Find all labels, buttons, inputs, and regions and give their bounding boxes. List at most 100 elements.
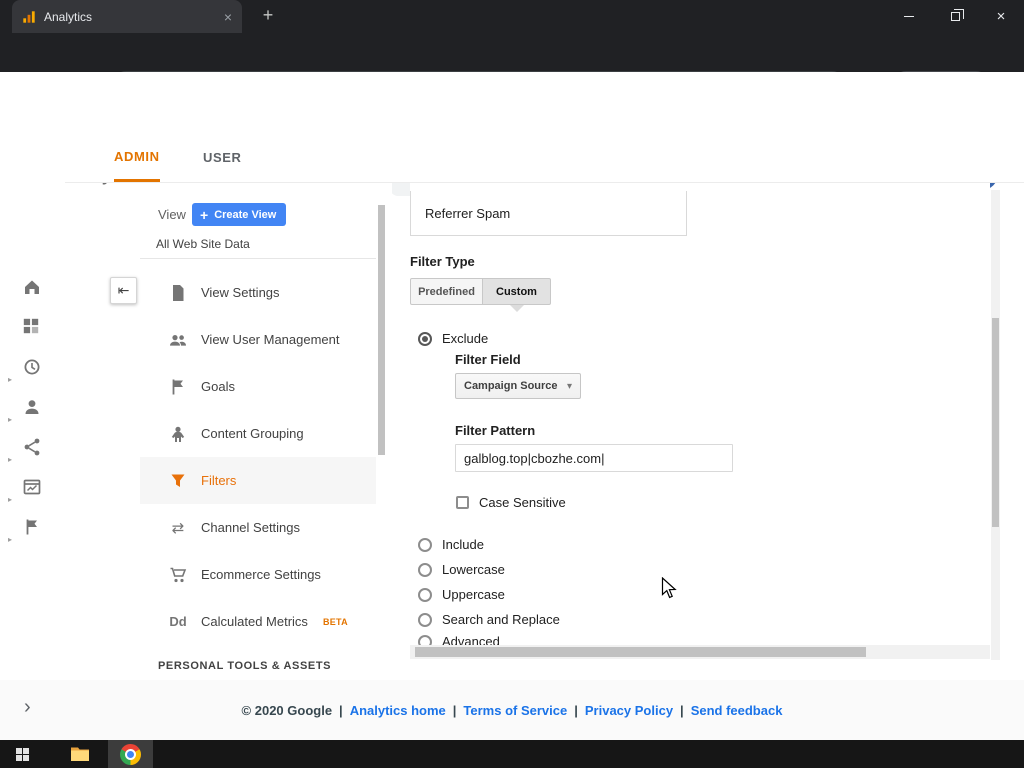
browser-tab[interactable]: Analytics × bbox=[12, 0, 242, 33]
divider bbox=[140, 258, 376, 259]
new-tab-button[interactable]: + bbox=[256, 5, 280, 26]
menu-item-label: Channel Settings bbox=[201, 520, 301, 535]
lowercase-radio[interactable] bbox=[418, 562, 432, 577]
vertical-scrollbar-thumb[interactable] bbox=[992, 318, 999, 527]
beta-badge: BETA bbox=[322, 616, 348, 627]
filter-pattern-input[interactable] bbox=[455, 444, 733, 472]
horizontal-scrollbar-thumb[interactable] bbox=[415, 647, 866, 657]
copyright-text: © 2020 Google bbox=[241, 702, 333, 718]
include-option[interactable]: Include bbox=[418, 537, 484, 552]
folder-icon bbox=[70, 747, 89, 761]
custom-button[interactable]: Custom bbox=[483, 278, 551, 305]
tab-close-icon[interactable]: × bbox=[224, 10, 232, 24]
uppercase-option[interactable]: Uppercase bbox=[418, 587, 505, 602]
menu-item-calculated-metrics[interactable]: Dd Calculated Metrics BETA bbox=[140, 598, 376, 645]
include-radio[interactable] bbox=[418, 537, 432, 552]
filter-pattern-label: Filter Pattern bbox=[455, 423, 536, 438]
option-label: Search and Replace bbox=[442, 612, 560, 627]
search-replace-option[interactable]: Search and Replace bbox=[418, 612, 560, 627]
expand-arrow-icon[interactable]: ▸ bbox=[8, 415, 12, 424]
footer-link-analytics-home[interactable]: Analytics home bbox=[350, 703, 446, 718]
filter-name-field[interactable]: Referrer Spam bbox=[410, 191, 687, 236]
close-button[interactable]: × bbox=[978, 0, 1024, 33]
case-sensitive-label: Case Sensitive bbox=[479, 495, 566, 510]
calculated-metrics-icon: Dd bbox=[169, 614, 187, 629]
sidebar-item-audience[interactable] bbox=[22, 397, 44, 419]
lowercase-option[interactable]: Lowercase bbox=[418, 562, 505, 577]
sidebar-item-conversions[interactable] bbox=[22, 517, 44, 539]
view-menu: View Settings View User Management Goals… bbox=[140, 269, 376, 645]
menu-item-filters[interactable]: Filters bbox=[140, 457, 376, 504]
tab-user[interactable]: USER bbox=[203, 133, 242, 182]
collapse-panel-button[interactable]: ⇤ bbox=[110, 277, 137, 304]
create-view-label: Create View bbox=[214, 208, 277, 221]
document-icon bbox=[173, 284, 184, 301]
option-label: Uppercase bbox=[442, 587, 505, 602]
case-sensitive-option[interactable]: Case Sensitive bbox=[456, 495, 566, 510]
footer-separator: | bbox=[339, 702, 343, 718]
filter-form: Referrer Spam Filter Type Predefined Cus… bbox=[410, 183, 990, 660]
screen: Analytics × + × ← → ⟳ analytics.google.c… bbox=[0, 0, 1024, 768]
chrome-icon bbox=[120, 743, 141, 765]
restore-button[interactable] bbox=[932, 0, 978, 33]
sidebar-item-behavior[interactable] bbox=[22, 477, 44, 499]
menu-item-content-grouping[interactable]: Content Grouping bbox=[140, 410, 376, 457]
chrome-button[interactable] bbox=[108, 740, 153, 768]
uppercase-radio[interactable] bbox=[418, 587, 432, 602]
plus-icon: + bbox=[200, 206, 209, 223]
start-button[interactable] bbox=[0, 740, 45, 768]
menu-item-label: Goals bbox=[201, 379, 235, 394]
search-replace-radio[interactable] bbox=[418, 612, 432, 627]
menu-item-view-user-management[interactable]: View User Management bbox=[140, 316, 376, 363]
menu-item-view-settings[interactable]: View Settings bbox=[140, 269, 376, 316]
column-scrollbar-thumb[interactable] bbox=[378, 205, 385, 455]
people-icon bbox=[170, 334, 186, 346]
filter-type-segmented: Predefined Custom bbox=[410, 278, 551, 305]
predefined-button[interactable]: Predefined bbox=[410, 278, 483, 305]
sidebar-item-customization[interactable] bbox=[22, 317, 44, 339]
create-view-button[interactable]: + Create View bbox=[192, 203, 287, 226]
sidebar-item-realtime[interactable] bbox=[22, 357, 44, 379]
menu-item-label: View Settings bbox=[201, 285, 280, 300]
filter-funnel-icon bbox=[171, 474, 185, 487]
view-column: View + Create View All Web Site Data Vie… bbox=[140, 183, 392, 680]
expand-arrow-icon[interactable]: ▸ bbox=[8, 455, 12, 464]
minimize-button[interactable] bbox=[886, 0, 932, 33]
footer-link-terms[interactable]: Terms of Service bbox=[463, 703, 567, 718]
current-view-name: All Web Site Data bbox=[156, 237, 250, 251]
clock-icon bbox=[24, 359, 40, 375]
expand-arrow-icon[interactable]: ▸ bbox=[8, 495, 12, 504]
footer-link-privacy[interactable]: Privacy Policy bbox=[585, 703, 673, 718]
dashboard-icon bbox=[23, 318, 39, 334]
channel-arrows-icon: ⇄ bbox=[171, 519, 185, 537]
horizontal-scrollbar[interactable] bbox=[410, 645, 990, 659]
menu-item-label: Content Grouping bbox=[201, 426, 304, 441]
browser-titlebar: Analytics × + × bbox=[0, 0, 1024, 33]
sidebar-item-acquisition[interactable] bbox=[22, 437, 44, 459]
menu-item-goals[interactable]: Goals bbox=[140, 363, 376, 410]
custom-selected-notch bbox=[510, 305, 524, 312]
flag-icon bbox=[26, 519, 37, 535]
mouse-cursor bbox=[661, 577, 679, 599]
expand-arrow-icon[interactable]: ▸ bbox=[8, 535, 12, 544]
filter-field-label: Filter Field bbox=[455, 352, 521, 367]
rail-expand-chevron-icon[interactable]: › bbox=[24, 696, 31, 719]
case-sensitive-checkbox[interactable] bbox=[456, 496, 469, 509]
vertical-scrollbar[interactable] bbox=[991, 190, 1000, 660]
browser-urlbar: ← → ⟳ analytics.google.com/analytics/web… bbox=[0, 33, 1024, 99]
filter-type-label: Filter Type bbox=[410, 254, 475, 269]
grouping-person-icon bbox=[171, 426, 185, 442]
footer-link-feedback[interactable]: Send feedback bbox=[691, 703, 783, 718]
exclude-radio[interactable] bbox=[418, 331, 432, 346]
menu-item-channel-settings[interactable]: ⇄ Channel Settings bbox=[140, 504, 376, 551]
tab-title: Analytics bbox=[44, 9, 93, 24]
menu-item-ecommerce-settings[interactable]: Ecommerce Settings bbox=[140, 551, 376, 598]
chevron-down-icon: ▾ bbox=[566, 380, 572, 392]
filter-field-dropdown[interactable]: Campaign Source ▾ bbox=[455, 373, 581, 399]
report-icon bbox=[23, 479, 41, 495]
sidebar-item-home[interactable] bbox=[22, 277, 44, 299]
file-explorer-button[interactable] bbox=[57, 740, 102, 768]
exclude-option[interactable]: Exclude bbox=[418, 331, 488, 346]
expand-arrow-icon[interactable]: ▸ bbox=[8, 375, 12, 384]
tab-admin[interactable]: ADMIN bbox=[114, 133, 160, 182]
